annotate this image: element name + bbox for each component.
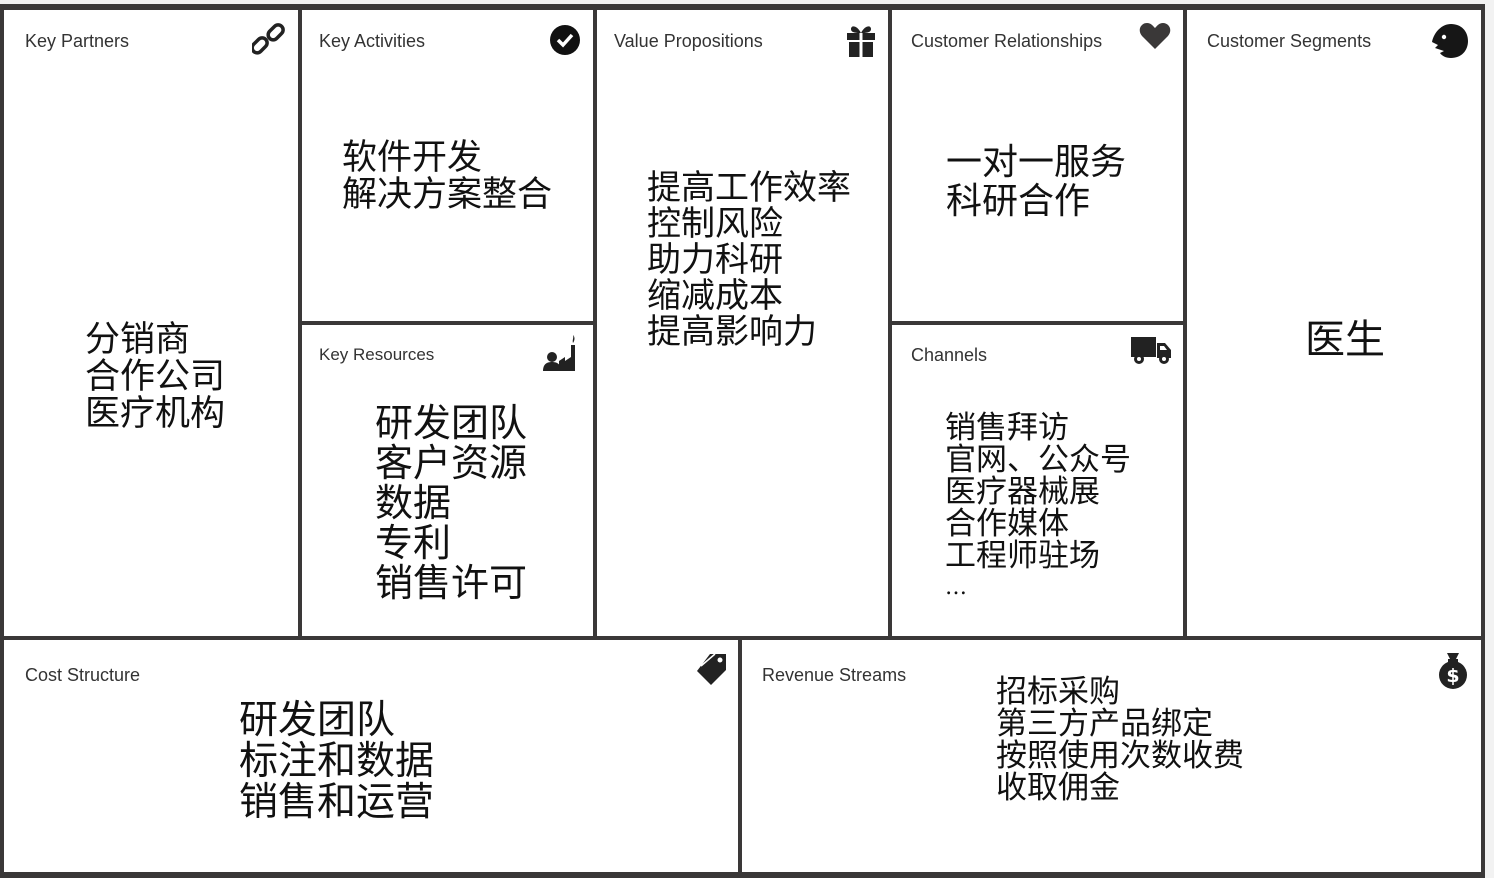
item: 招标采购 (996, 674, 1120, 710)
item: 一对一服务 (946, 142, 1127, 183)
item: 客户资源 (375, 441, 528, 485)
value-propositions-block: Value Propositions 提高工作效率 控制风险 助力科研 缩减成本… (597, 10, 888, 636)
item: 提高工作效率 (647, 168, 851, 208)
item: 合作媒体 (945, 506, 1069, 542)
block-title: Key Partners (25, 31, 130, 51)
block-title: Key Activities (319, 31, 426, 51)
item: 合作公司 (85, 357, 226, 397)
block-content: 分销商 合作公司 医疗机构 (85, 322, 225, 433)
key-partners-block: Key Partners 分销商 合作公司 医疗机构 (4, 10, 298, 636)
link-icon (252, 23, 285, 55)
item: 提高影响力 (647, 312, 817, 352)
item: 助力科研 (647, 240, 783, 280)
svg-text:$: $ (1446, 665, 1459, 687)
key-activities-block: Key Activities 软件开发 解决方案整合 (302, 10, 593, 321)
block-content: 一对一服务 科研合作 (946, 143, 1126, 221)
item: 研发团队 (375, 401, 528, 445)
item: 销售许可 (375, 561, 528, 605)
customer-segments-block: Customer Segments 医生 (1187, 10, 1481, 636)
block-content: 提高工作效率 控制风险 助力科研 缩减成本 提高影响力 (647, 170, 851, 350)
block-title: Customer Relationships (911, 31, 1103, 51)
item: 分销商 (85, 320, 191, 360)
item: 科研合作 (946, 181, 1091, 222)
price-tag-icon (697, 653, 726, 685)
gift-icon (847, 26, 875, 57)
item: 软件开发 (342, 138, 483, 178)
channels-block: Channels 销售拜访 官网、公众号 医疗器械展 合作媒体 工程师驻场 … (892, 325, 1183, 636)
item: 专利 (375, 521, 452, 565)
block-title: Key Resources (319, 345, 435, 364)
item: 医疗机构 (85, 394, 226, 434)
item: 收取佣金 (996, 770, 1120, 806)
customer-relationships-block: Customer Relationships 一对一服务 科研合作 (892, 10, 1183, 321)
item: 控制风险 (647, 204, 783, 244)
block-title: Value Propositions (614, 31, 763, 51)
item: … (945, 575, 967, 600)
item: 销售拜访 (945, 410, 1069, 446)
checkmark-circle-icon (550, 25, 580, 55)
item: 缩减成本 (647, 276, 783, 316)
item: 解决方案整合 (342, 175, 553, 215)
item: 医疗器械展 (945, 474, 1100, 510)
item: 工程师驻场 (945, 538, 1100, 574)
block-content: 医生 (1305, 319, 1385, 361)
block-content: 招标采购 第三方产品绑定 按照使用次数收费 收取佣金 (996, 676, 1244, 804)
item: 研发团队 (239, 698, 396, 743)
revenue-streams-block: Revenue Streams $ 招标采购 第三方产品绑定 按照使用次数收费 … (742, 640, 1481, 872)
item: 按照使用次数收费 (996, 738, 1244, 774)
block-title: Cost Structure (25, 665, 141, 685)
item: 标注和数据 (239, 739, 435, 784)
cost-structure-block: Cost Structure 研发团队 标注和数据 销售和运营 (4, 640, 738, 872)
block-content: 销售拜访 官网、公众号 医疗器械展 合作媒体 工程师驻场 … (945, 412, 1131, 604)
truck-icon (1131, 337, 1171, 364)
face-icon (1432, 24, 1468, 58)
item: 第三方产品绑定 (996, 706, 1213, 742)
block-title: Channels (911, 345, 988, 365)
block-title: Customer Segments (1207, 31, 1372, 51)
block-title: Revenue Streams (762, 665, 907, 685)
factory-worker-icon (543, 335, 575, 371)
heart-icon (1139, 23, 1171, 49)
item: 销售和运营 (239, 780, 435, 825)
item: 医生 (1305, 317, 1385, 363)
block-content: 软件开发 解决方案整合 (342, 140, 552, 214)
block-content: 研发团队 标注和数据 销售和运营 (239, 700, 434, 823)
item: 官网、公众号 (945, 442, 1131, 478)
key-resources-block: Key Resources 研发团队 客户资源 数据 专利 销售许可 (302, 325, 593, 636)
block-content: 研发团队 客户资源 数据 专利 销售许可 (375, 403, 527, 603)
money-bag-icon: $ (1439, 653, 1467, 689)
item: 数据 (375, 481, 452, 525)
